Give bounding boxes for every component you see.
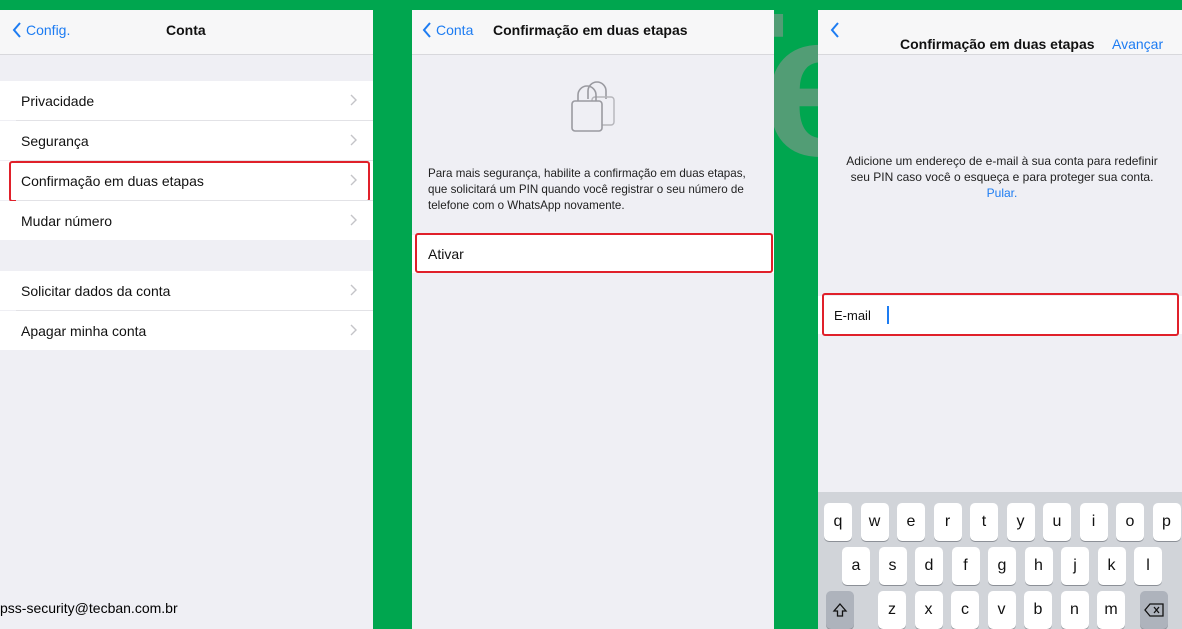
back-button[interactable]: Config.	[12, 22, 70, 38]
key-v[interactable]: v	[987, 591, 1016, 629]
keyboard: qwertyuiop asdfghjkl zxcvbnm	[818, 492, 1182, 629]
chevron-right-icon	[350, 134, 357, 146]
page-title: Confirmação em duas etapas	[900, 36, 1095, 52]
key-x[interactable]: x	[914, 591, 943, 629]
key-e[interactable]: e	[897, 503, 925, 541]
key-d[interactable]: d	[915, 547, 943, 585]
back-label: Config.	[26, 22, 71, 38]
shift-icon	[832, 603, 848, 617]
navigation-bar: Confirmação em duas etapas Avançar	[818, 10, 1182, 55]
key-j[interactable]: j	[1061, 547, 1089, 585]
delete-key[interactable]	[1140, 591, 1168, 629]
key-b[interactable]: b	[1024, 591, 1052, 629]
key-w[interactable]: w	[860, 503, 889, 541]
back-label: Conta	[436, 22, 474, 38]
chevron-left-icon	[12, 22, 21, 38]
chevron-right-icon	[350, 284, 357, 296]
key-p[interactable]: p	[1152, 503, 1181, 541]
menu-item-apagar-conta[interactable]: Apagar minha conta	[0, 311, 373, 350]
chevron-right-icon	[350, 94, 357, 106]
conta-screen: Config. Conta Privacidade Segurança Conf…	[0, 10, 373, 629]
key-r[interactable]: r	[933, 503, 962, 541]
chevron-right-icon	[350, 324, 357, 336]
key-s[interactable]: s	[878, 547, 907, 585]
two-step-email-screen: Confirmação em duas etapas Avançar Adici…	[818, 10, 1182, 629]
key-t[interactable]: t	[970, 503, 998, 541]
key-f[interactable]: f	[951, 547, 980, 585]
menu-item-label: Solicitar dados da conta	[21, 282, 171, 299]
key-c[interactable]: c	[951, 591, 979, 629]
back-button[interactable]: Conta	[422, 22, 473, 38]
highlight-box	[9, 161, 370, 202]
chevron-right-icon	[350, 214, 357, 226]
menu-item-label: Privacidade	[21, 92, 95, 109]
description-text: Adicione um endereço de e-mail à sua con…	[838, 153, 1166, 201]
chevron-left-icon	[830, 22, 839, 38]
key-g[interactable]: g	[988, 547, 1016, 585]
key-h[interactable]: h	[1024, 547, 1053, 585]
key-l[interactable]: l	[1134, 547, 1162, 585]
key-z[interactable]: z	[878, 591, 906, 629]
chevron-left-icon	[422, 22, 431, 38]
highlight-box	[415, 233, 773, 273]
shift-key[interactable]	[826, 591, 854, 629]
navigation-bar: Conta Confirmação em duas etapas	[412, 10, 774, 55]
menu-item-label: Mudar número	[21, 212, 113, 229]
lock-icon	[571, 81, 615, 132]
navigation-bar: Config. Conta	[0, 10, 373, 55]
back-button[interactable]	[830, 22, 840, 38]
page-title: Conta	[166, 22, 206, 38]
menu-item-seguranca[interactable]: Segurança	[0, 121, 373, 160]
key-a[interactable]: a	[842, 547, 870, 585]
footer-email-text: pss-security@tecban.com.br	[0, 600, 178, 616]
menu-item-mudar-numero[interactable]: Mudar número	[0, 201, 373, 240]
key-u[interactable]: u	[1043, 503, 1071, 541]
two-step-intro-screen: Conta Confirmação em duas etapas Para ma…	[412, 10, 774, 629]
menu-item-label: Segurança	[21, 132, 89, 149]
key-q[interactable]: q	[824, 503, 852, 541]
skip-link[interactable]: Pular.	[987, 186, 1018, 200]
key-m[interactable]: m	[1097, 591, 1125, 629]
key-o[interactable]: o	[1116, 503, 1144, 541]
key-i[interactable]: i	[1079, 503, 1108, 541]
menu-item-privacidade[interactable]: Privacidade	[0, 81, 373, 120]
page-title: Confirmação em duas etapas	[493, 22, 688, 38]
description-text: Para mais segurança, habilite a confirma…	[428, 167, 746, 212]
key-n[interactable]: n	[1060, 591, 1089, 629]
next-button[interactable]: Avançar	[1112, 36, 1163, 52]
highlight-box	[822, 293, 1179, 336]
description-body: Adicione um endereço de e-mail à sua con…	[846, 154, 1158, 184]
key-k[interactable]: k	[1097, 547, 1126, 585]
key-y[interactable]: y	[1006, 503, 1035, 541]
backspace-icon	[1144, 603, 1164, 617]
menu-item-solicitar-dados[interactable]: Solicitar dados da conta	[0, 271, 373, 310]
menu-item-label: Apagar minha conta	[21, 322, 147, 339]
